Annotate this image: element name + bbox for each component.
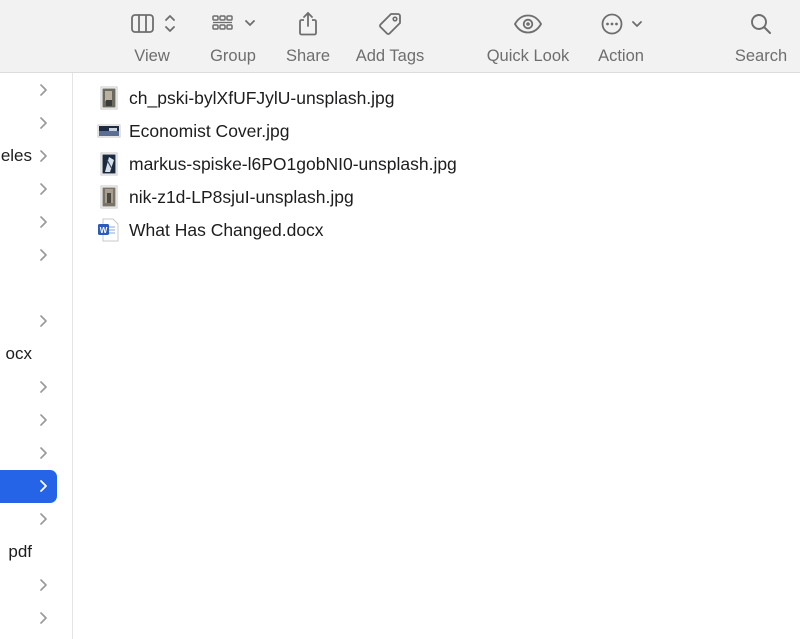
file-name: ch_pski-bylXfUFJylU-unsplash.jpg: [129, 88, 395, 108]
chevron-right-icon: [40, 381, 47, 393]
chevron-right-icon: [40, 480, 47, 492]
column-row[interactable]: [0, 404, 73, 437]
view-button[interactable]: View: [124, 0, 180, 73]
file-name: What Has Changed.docx: [129, 220, 324, 240]
quick-look-label: Quick Look: [486, 47, 570, 65]
file-row[interactable]: ch_pski-bylXfUFJylU-unsplash.jpg: [73, 81, 800, 114]
chevron-right-icon: [40, 315, 47, 327]
file-name: Economist Cover.jpg: [129, 121, 290, 141]
image-thumbnail-icon: [97, 124, 121, 138]
column-row[interactable]: [0, 602, 73, 635]
quick-look-button[interactable]: Quick Look: [482, 0, 574, 73]
file-row[interactable]: markus-spiske-l6PO1gobNI0-unsplash.jpg: [73, 147, 800, 180]
chevron-right-icon: [40, 612, 47, 624]
column-row[interactable]: eles: [0, 140, 73, 173]
column-row[interactable]: [0, 569, 73, 602]
image-thumbnail-icon: [100, 185, 118, 209]
file-name: nik-z1d-LP8sjuI-unsplash.jpg: [129, 187, 354, 207]
column-row[interactable]: [0, 107, 73, 140]
chevron-right-icon: [40, 249, 47, 261]
add-tags-button[interactable]: Add Tags: [352, 0, 428, 73]
action-button[interactable]: Action: [594, 0, 648, 73]
column-row[interactable]: [0, 173, 73, 206]
column-row[interactable]: [0, 206, 73, 239]
view-columns-icon: [126, 0, 178, 48]
column-row[interactable]: [0, 272, 73, 305]
chevron-right-icon: [40, 414, 47, 426]
column-row-label: ocx: [5, 344, 32, 363]
search-button[interactable]: Search: [730, 0, 792, 73]
action-label: Action: [598, 47, 644, 65]
file-row[interactable]: nik-z1d-LP8sjuI-unsplash.jpg: [73, 180, 800, 213]
tag-icon: [377, 0, 403, 48]
share-label: Share: [285, 47, 331, 65]
column-row[interactable]: [0, 305, 73, 338]
word-document-icon: W: [98, 218, 119, 242]
column-row[interactable]: ocx: [0, 338, 73, 371]
eye-icon: [513, 0, 543, 48]
column-row-label: eles: [0, 146, 32, 165]
search-icon: [749, 0, 773, 48]
view-label: View: [134, 47, 170, 65]
image-thumbnail-icon: [100, 86, 118, 110]
ellipsis-circle-icon: [595, 0, 647, 48]
file-row[interactable]: Economist Cover.jpg: [73, 114, 800, 147]
column-row[interactable]: [0, 437, 73, 470]
chevron-right-icon: [40, 579, 47, 591]
column-row[interactable]: pdf: [0, 536, 73, 569]
toolbar: View Group Share Add Tags Quick Look Act…: [0, 0, 800, 73]
chevron-right-icon: [40, 150, 47, 162]
chevron-right-icon: [40, 216, 47, 228]
file-row[interactable]: W What Has Changed.docx: [73, 213, 800, 246]
search-label: Search: [734, 47, 788, 65]
previous-column: eles ocx pdf: [0, 73, 73, 639]
image-thumbnail-icon: [100, 152, 118, 176]
chevron-right-icon: [40, 183, 47, 195]
group-grid-icon: [207, 0, 259, 48]
chevron-right-icon: [40, 117, 47, 129]
chevron-right-icon: [40, 84, 47, 96]
share-icon: [296, 0, 320, 48]
column-row[interactable]: [0, 239, 73, 272]
group-label: Group: [210, 47, 256, 65]
share-button[interactable]: Share: [283, 0, 333, 73]
chevron-right-icon: [40, 447, 47, 459]
group-button[interactable]: Group: [205, 0, 261, 73]
column-row[interactable]: [0, 371, 73, 404]
file-name: markus-spiske-l6PO1gobNI0-unsplash.jpg: [129, 154, 457, 174]
column-row[interactable]: [0, 74, 73, 107]
column-row-selected[interactable]: [0, 470, 73, 503]
chevron-right-icon: [40, 513, 47, 525]
column-row[interactable]: [0, 503, 73, 536]
add-tags-label: Add Tags: [355, 47, 425, 65]
column-row-label: pdf: [8, 542, 32, 561]
svg-text:W: W: [100, 226, 108, 235]
